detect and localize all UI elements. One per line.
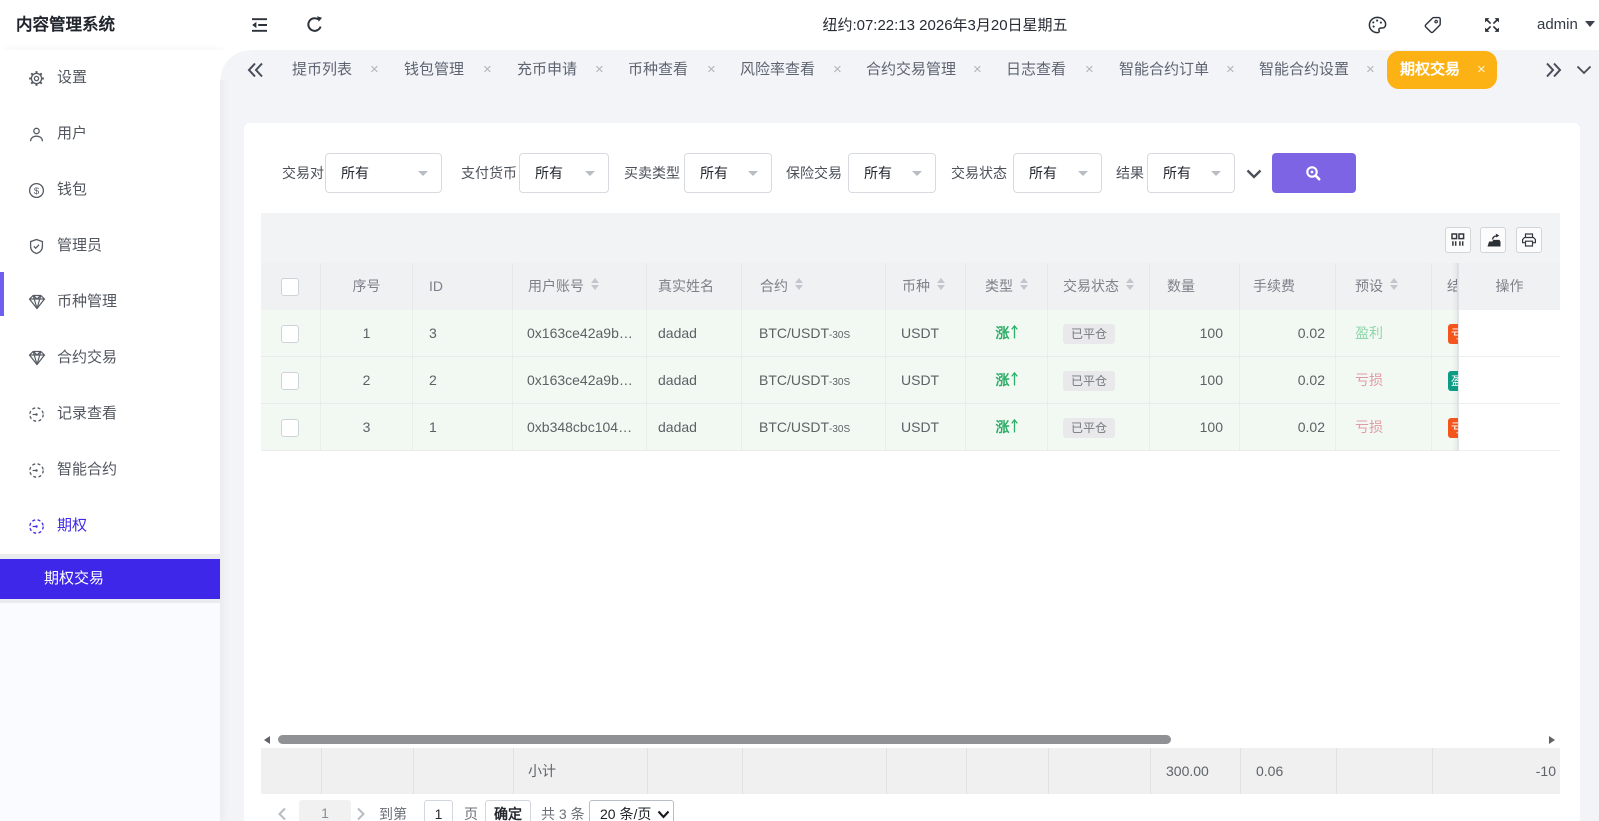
svg-text:$: $ (34, 186, 40, 197)
